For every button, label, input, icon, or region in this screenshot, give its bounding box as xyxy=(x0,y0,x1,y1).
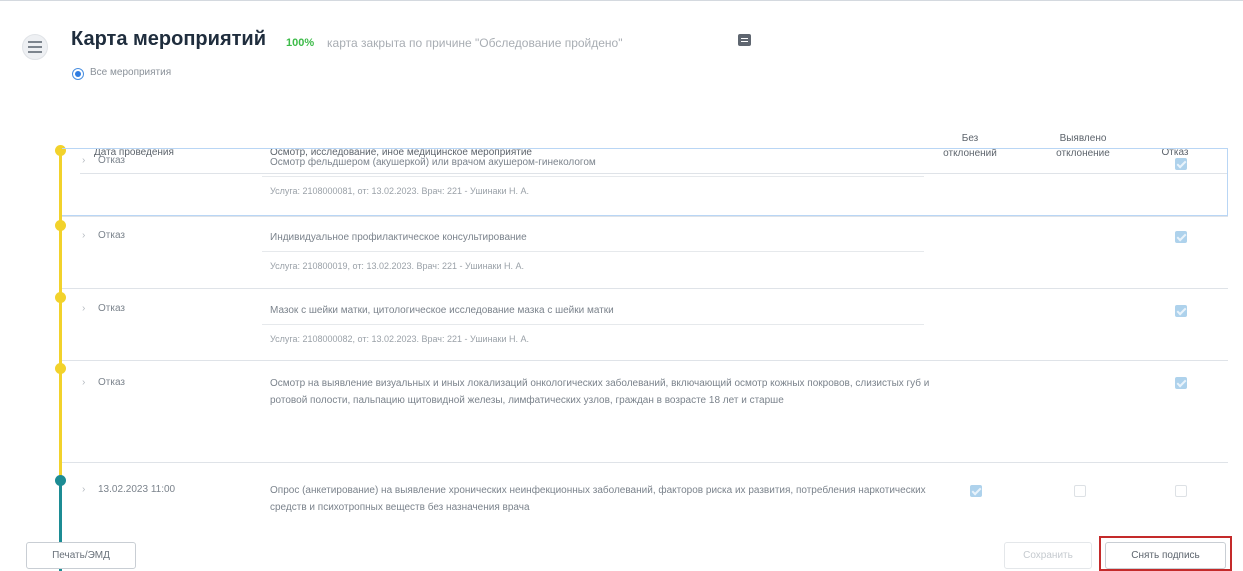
chevron-right-icon[interactable]: › xyxy=(82,230,85,241)
row-description: Осмотр на выявление визуальных и иных ло… xyxy=(270,378,930,406)
row-date: Отказ xyxy=(98,155,125,166)
no-deviation-checkbox[interactable] xyxy=(970,485,982,497)
print-emd-button[interactable]: Печать/ЭМД xyxy=(26,542,136,569)
row-description: Индивидуальное профилактическое консульт… xyxy=(270,232,527,243)
row-inner-divider xyxy=(262,324,924,325)
card-closed-note: карта закрыта по причине "Обследование п… xyxy=(327,36,623,50)
chevron-right-icon[interactable]: › xyxy=(82,484,85,495)
save-button[interactable]: Сохранить xyxy=(1004,542,1092,569)
table-row[interactable]: › Отказ Осмотр фельдшером (акушеркой) ил… xyxy=(62,148,1228,216)
refusal-checkbox[interactable] xyxy=(1175,305,1187,317)
row-inner-divider xyxy=(262,251,924,252)
table-row[interactable]: › Отказ Мазок с шейки матки, цитологичес… xyxy=(62,289,1228,359)
refusal-checkbox[interactable] xyxy=(1175,231,1187,243)
refusal-checkbox[interactable] xyxy=(1175,377,1187,389)
document-icon[interactable] xyxy=(738,34,751,46)
hamburger-menu-button[interactable] xyxy=(22,34,48,60)
page-title: Карта мероприятий xyxy=(71,28,266,50)
top-divider xyxy=(0,0,1243,1)
row-service-info: Услуга: 2108000081, от: 13.02.2023. Врач… xyxy=(270,186,530,196)
row-service-info: Услуга: 210800019, от: 13.02.2023. Врач:… xyxy=(270,261,525,271)
row-inner-divider xyxy=(262,176,924,177)
row-date: 13.02.2023 11:00 xyxy=(98,484,176,495)
all-events-radio[interactable] xyxy=(72,68,84,80)
row-service-info: Услуга: 2108000082, от: 13.02.2023. Врач… xyxy=(270,334,530,344)
chevron-right-icon[interactable]: › xyxy=(82,303,85,314)
row-description: Опрос (анкетирование) на выявление хрони… xyxy=(270,485,926,513)
hamburger-icon xyxy=(28,41,42,53)
completion-percent: 100% xyxy=(286,37,315,49)
refusal-checkbox[interactable] xyxy=(1175,158,1187,170)
remove-signature-button[interactable]: Снять подпись xyxy=(1105,542,1226,569)
chevron-right-icon[interactable]: › xyxy=(82,155,85,166)
table-row[interactable]: › Отказ Индивидуальное профилактическое … xyxy=(62,217,1228,287)
table-row[interactable]: › 13.02.2023 11:00 Опрос (анкетирование)… xyxy=(62,463,1228,535)
row-date: Отказ xyxy=(98,377,125,388)
row-description: Осмотр фельдшером (акушеркой) или врачом… xyxy=(270,157,596,168)
row-date: Отказ xyxy=(98,303,125,314)
row-description: Мазок с шейки матки, цитологическое иссл… xyxy=(270,305,614,316)
chevron-right-icon[interactable]: › xyxy=(82,377,85,388)
deviation-found-checkbox[interactable] xyxy=(1074,485,1086,497)
refusal-checkbox[interactable] xyxy=(1175,485,1187,497)
table-row[interactable]: › Отказ Осмотр на выявление визуальных и… xyxy=(62,361,1228,461)
row-date: Отказ xyxy=(98,230,125,241)
all-events-label[interactable]: Все мероприятия xyxy=(90,67,171,78)
